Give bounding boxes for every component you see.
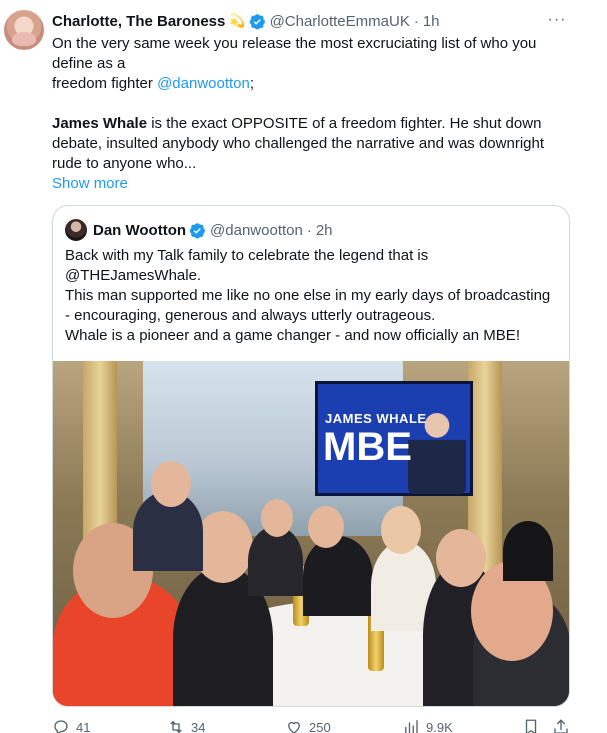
repost-button[interactable]: 34 bbox=[167, 718, 205, 733]
person-head bbox=[381, 506, 421, 554]
views-button[interactable]: 9.9K bbox=[402, 718, 453, 733]
tweet-paragraph-2: James Whale is the exact OPPOSITE of a f… bbox=[52, 114, 572, 174]
tweet-actions: 41 34 250 9.9K bbox=[52, 718, 572, 733]
quoted-tweet[interactable]: Dan Wootton @danwootton · 2h Back with m… bbox=[52, 205, 570, 707]
tweet: Charlotte, The Baroness 💫 @CharlotteEmma… bbox=[0, 0, 607, 733]
person-head bbox=[151, 461, 191, 507]
share-button[interactable] bbox=[552, 718, 576, 733]
more-options-icon[interactable]: ··· bbox=[547, 11, 567, 31]
tweet-line-2: freedom fighter @danwootton; bbox=[52, 74, 572, 94]
tweet-text: On the very same week you release the mo… bbox=[52, 34, 572, 194]
quoted-author-avatar bbox=[65, 219, 87, 241]
quoted-timestamp: 2h bbox=[315, 221, 333, 239]
views-icon bbox=[405, 720, 418, 733]
quoted-author-display-name: Dan Wootton bbox=[93, 221, 187, 239]
separator-dot: · bbox=[413, 12, 419, 30]
person-head bbox=[261, 499, 293, 537]
author-display-name[interactable]: Charlotte, The Baroness bbox=[52, 13, 225, 30]
separator-dot: · bbox=[306, 221, 312, 239]
repost-count: 34 bbox=[191, 719, 206, 733]
tv-screen-line-2: MBE bbox=[323, 425, 412, 469]
quoted-tweet-header: Dan Wootton @danwootton · 2h bbox=[65, 218, 333, 242]
repost-icon bbox=[170, 720, 182, 733]
reply-icon bbox=[54, 720, 68, 733]
verified-badge-icon bbox=[189, 222, 205, 238]
share-icon bbox=[554, 719, 568, 733]
quoted-author-handle: @danwootton bbox=[210, 221, 303, 239]
tweet-line-1: On the very same week you release the mo… bbox=[52, 35, 537, 72]
tweet-line-2-prefix: freedom fighter bbox=[52, 75, 158, 92]
person-back bbox=[303, 536, 373, 616]
reply-count: 41 bbox=[76, 719, 91, 733]
bold-name: James Whale bbox=[52, 115, 148, 132]
tweet-timestamp[interactable]: 1h bbox=[423, 13, 440, 30]
quoted-tweet-text: Back with my Talk family to celebrate th… bbox=[65, 246, 557, 346]
heart-icon bbox=[288, 721, 300, 733]
tweet-header: Charlotte, The Baroness 💫 @CharlotteEmma… bbox=[52, 11, 567, 31]
author-handle[interactable]: @CharlotteEmmaUK bbox=[270, 13, 410, 30]
quoted-tweet-photo[interactable]: JAMES WHALE MBE bbox=[53, 361, 569, 706]
like-count: 250 bbox=[309, 719, 331, 733]
person-background bbox=[503, 521, 553, 581]
reply-button[interactable]: 41 bbox=[52, 718, 90, 733]
show-more-link[interactable]: Show more bbox=[52, 174, 128, 194]
views-count: 9.9K bbox=[426, 719, 453, 733]
tv-screen-line-1: JAMES WHALE bbox=[325, 411, 427, 426]
bookmark-icon bbox=[525, 719, 537, 733]
person-head bbox=[436, 529, 486, 587]
bookmark-button[interactable] bbox=[522, 718, 546, 733]
mention-link[interactable]: @danwootton bbox=[157, 75, 250, 92]
quoted-line-3: This man supported me like no one else i… bbox=[65, 287, 551, 324]
person-head bbox=[308, 506, 344, 548]
author-avatar[interactable] bbox=[4, 10, 44, 50]
like-button[interactable]: 250 bbox=[285, 718, 331, 733]
tweet-line-2-suffix: ; bbox=[249, 75, 255, 92]
sparkle-emoji-icon: 💫 bbox=[229, 13, 246, 28]
quoted-line-2: @THEJamesWhale. bbox=[65, 267, 202, 284]
quoted-line-4: Whale is a pioneer and a game changer - … bbox=[65, 327, 520, 344]
verified-badge-icon bbox=[249, 13, 265, 29]
quoted-line-1: Back with my Talk family to celebrate th… bbox=[65, 247, 429, 264]
